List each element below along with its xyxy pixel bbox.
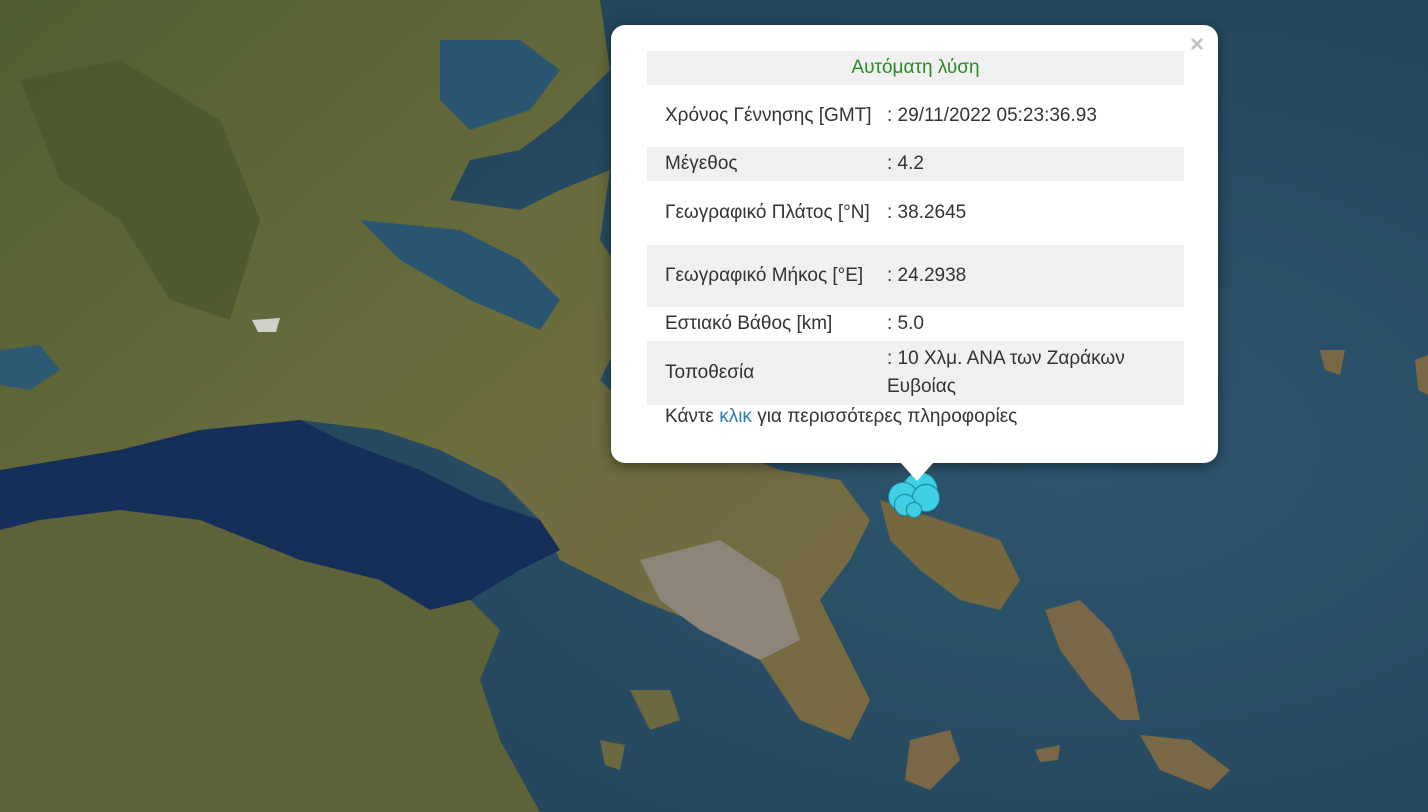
magnitude-value: : 4.2 xyxy=(887,147,1184,181)
location-value: : 10 Χλμ. ΑΝΑ των Ζαράκων Ευβοίας xyxy=(887,341,1184,405)
popup-title-row: Αυτόματη λύση xyxy=(647,51,1184,85)
magnitude-label: Μέγεθος xyxy=(647,147,887,181)
earthquake-marker-icon[interactable] xyxy=(906,502,922,518)
row-location: Τοποθεσία : 10 Χλμ. ΑΝΑ των Ζαράκων Ευβο… xyxy=(647,341,1184,405)
row-depth: Εστιακό Βάθος [km] : 5.0 xyxy=(647,307,1184,341)
depth-label: Εστιακό Βάθος [km] xyxy=(665,313,833,334)
row-magnitude: Μέγεθος : 4.2 xyxy=(647,147,1184,181)
origin-time-label: Χρόνος Γέννησης [GMT] xyxy=(665,105,872,126)
longitude-value: : 24.2938 xyxy=(887,245,1184,307)
popup-tip xyxy=(900,462,934,481)
earthquake-details-table: Αυτόματη λύση Χρόνος Γέννησης [GMT] : 29… xyxy=(647,51,1184,405)
row-latitude: Γεωγραφικό Πλάτος [°N] : 38.2645 xyxy=(647,181,1184,245)
latitude-value: : 38.2645 xyxy=(887,202,967,223)
more-info-suffix: για περισσότερες πληροφορίες xyxy=(757,406,1018,427)
close-icon[interactable]: × xyxy=(1190,33,1204,57)
earthquake-info-popup: × Αυτόματη λύση Χρόνος Γέννησης [GMT] : … xyxy=(611,25,1218,481)
more-info-prefix: Κάντε xyxy=(665,406,714,427)
depth-value: : 5.0 xyxy=(887,313,924,334)
more-info-line: Κάντε κλικ για περισσότερες πληροφορίες xyxy=(665,406,1017,428)
row-longitude: Γεωγραφικό Μήκος [°E] : 24.2938 xyxy=(647,245,1184,307)
more-info-link[interactable]: κλικ xyxy=(719,406,752,427)
row-origin-time: Χρόνος Γέννησης [GMT] : 29/11/2022 05:23… xyxy=(647,85,1184,147)
origin-time-value: : 29/11/2022 05:23:36.93 xyxy=(887,105,1097,126)
popup-title: Αυτόματη λύση xyxy=(647,51,1184,85)
location-label: Τοποθεσία xyxy=(647,341,887,405)
longitude-label: Γεωγραφικό Μήκος [°E] xyxy=(647,245,887,307)
latitude-label: Γεωγραφικό Πλάτος [°N] xyxy=(665,202,870,223)
